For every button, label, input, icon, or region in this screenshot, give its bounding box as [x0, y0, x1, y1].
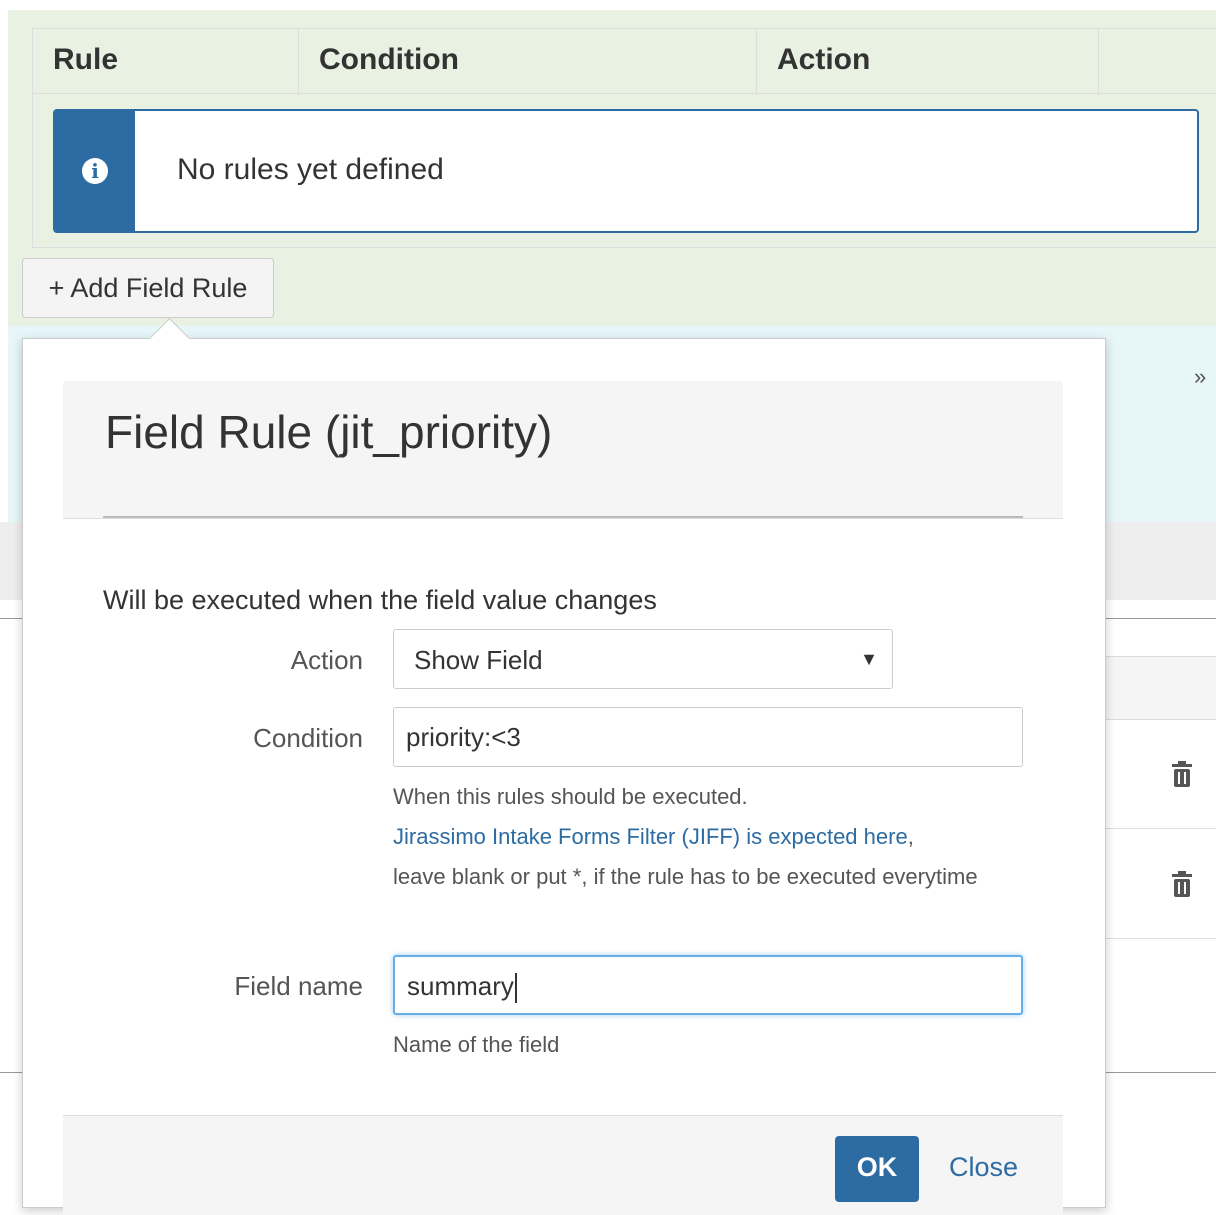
trash-icon[interactable]: [1170, 760, 1194, 788]
right-table-header: [1106, 656, 1216, 720]
column-header-action: Action: [757, 29, 1099, 95]
dialog-header: Field Rule (jit_priority): [63, 381, 1063, 519]
action-select[interactable]: Show Field ▼: [393, 629, 893, 689]
double-chevron-down-icon[interactable]: »: [1194, 364, 1206, 390]
condition-help-link-line: Jirassimo Intake Forms Filter (JIFF) is …: [393, 824, 914, 849]
text-cursor: [514, 973, 517, 1004]
field-name-input-value: summary: [407, 957, 517, 1015]
ok-button[interactable]: OK: [835, 1136, 919, 1202]
add-field-rule-button[interactable]: + Add Field Rule: [22, 258, 274, 318]
column-header-condition: Condition: [299, 29, 757, 95]
row-divider: [1106, 938, 1216, 939]
close-link[interactable]: Close: [949, 1136, 1018, 1198]
condition-help-line: leave blank or put *, if the rule has to…: [393, 864, 978, 889]
field-rule-dialog: Field Rule (jit_priority) Will be execut…: [22, 317, 1106, 1215]
condition-help: When this rules should be executed. Jira…: [393, 777, 1013, 897]
field-name-help: Name of the field: [393, 1032, 560, 1057]
condition-input[interactable]: priority:<3: [393, 707, 1023, 767]
jiff-help-link[interactable]: Jirassimo Intake Forms Filter (JIFF) is …: [393, 824, 908, 849]
field-name-input[interactable]: summary: [393, 955, 1023, 1015]
condition-label: Condition: [253, 723, 363, 753]
chevron-down-icon: ▼: [860, 649, 878, 669]
column-header-extra: [1099, 29, 1216, 95]
field-name-text: summary: [407, 971, 514, 1001]
info-strip: i: [55, 111, 135, 231]
condition-help-line: When this rules should be executed.: [393, 784, 748, 809]
action-select-value: Show Field: [414, 645, 543, 675]
empty-rules-message: i No rules yet defined: [53, 109, 1199, 233]
dialog-title: Field Rule (jit_priority): [105, 406, 553, 458]
header-separator: [33, 93, 1216, 94]
action-label: Action: [290, 645, 363, 675]
condition-input-value: priority:<3: [406, 722, 521, 752]
dialog-description: Will be executed when the field value ch…: [103, 585, 657, 615]
row-divider: [1106, 828, 1216, 829]
field-name-label: Field name: [234, 971, 363, 1001]
column-header-rule: Rule: [33, 29, 299, 95]
trash-icon[interactable]: [1170, 870, 1194, 898]
empty-message-text: No rules yet defined: [177, 153, 444, 186]
dialog-footer: OK Close: [63, 1115, 1063, 1215]
header-underline: [103, 516, 1023, 518]
rules-table: Rule Condition Action i No rules yet def…: [32, 28, 1216, 248]
info-circle-icon: i: [82, 158, 108, 184]
